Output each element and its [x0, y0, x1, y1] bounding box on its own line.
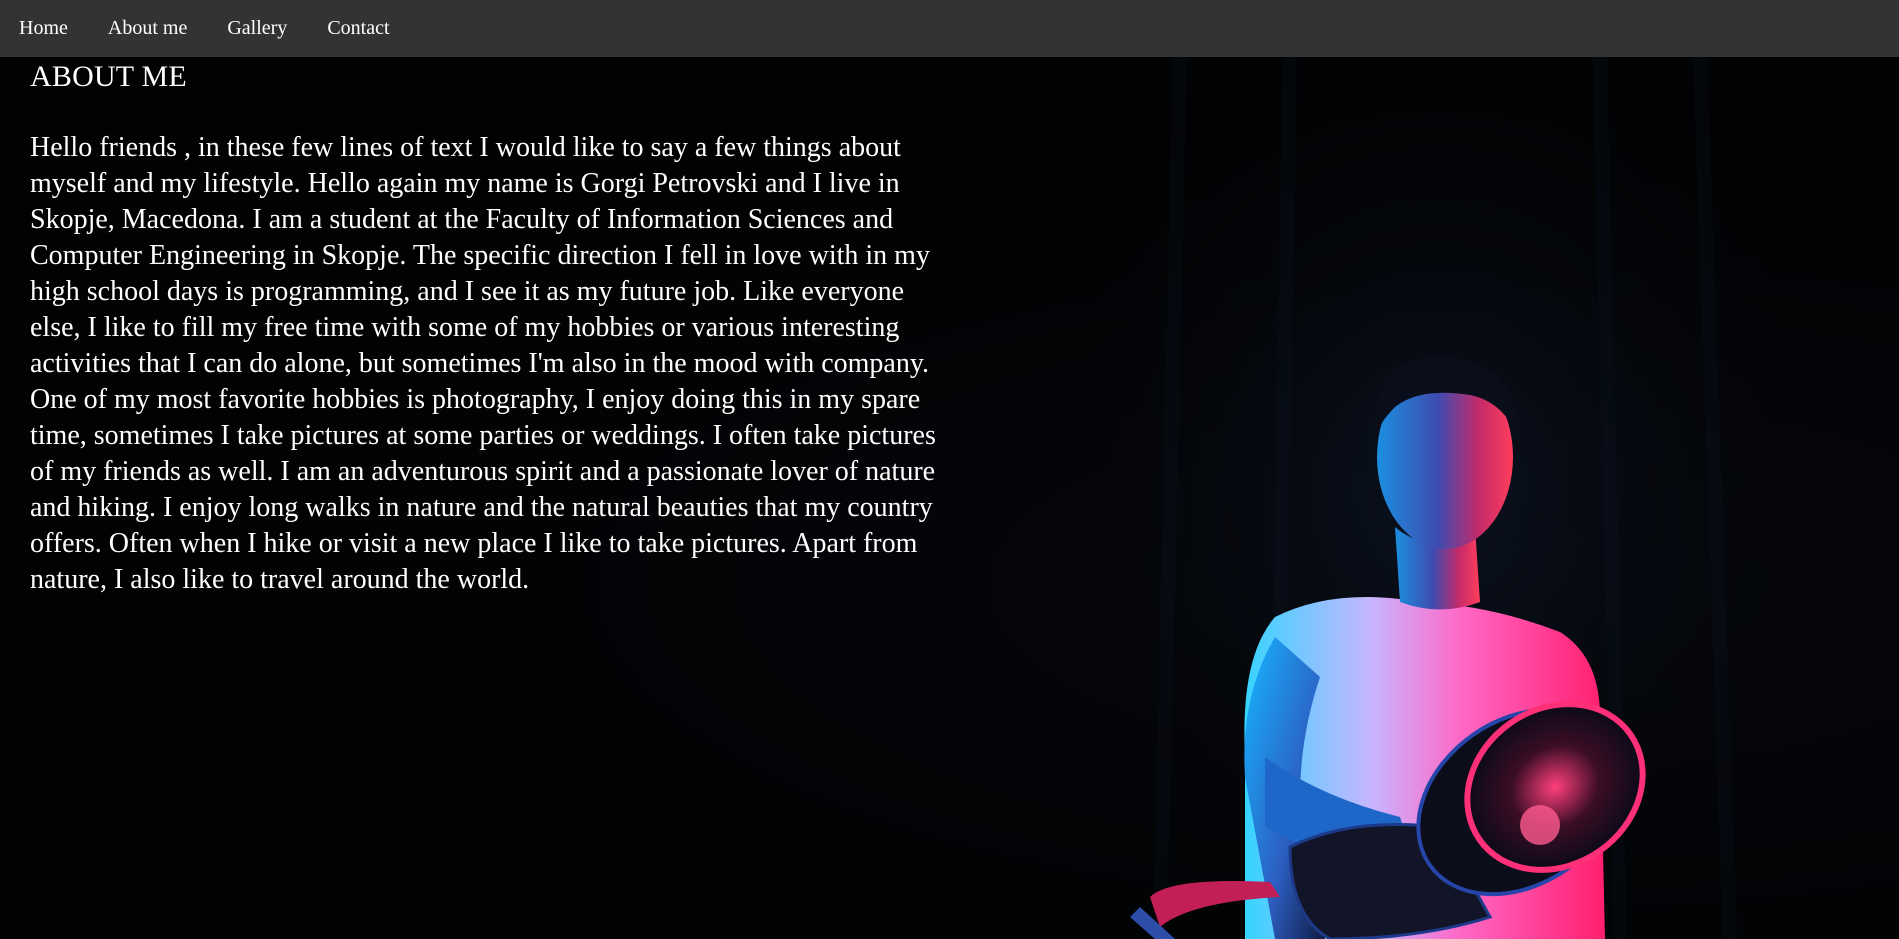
- nav-contact-link[interactable]: Contact: [307, 0, 409, 38]
- page-title: ABOUT ME: [30, 60, 187, 93]
- nav-gallery-link[interactable]: Gallery: [207, 0, 307, 38]
- nav-home-link[interactable]: Home: [0, 0, 88, 38]
- about-paragraph: Hello friends , in these few lines of te…: [30, 132, 936, 595]
- nav-about-link[interactable]: About me: [88, 0, 207, 38]
- about-section: ABOUT ME Hello friends , in these few li…: [30, 60, 950, 598]
- top-navbar: Home About me Gallery Contact: [0, 0, 1899, 57]
